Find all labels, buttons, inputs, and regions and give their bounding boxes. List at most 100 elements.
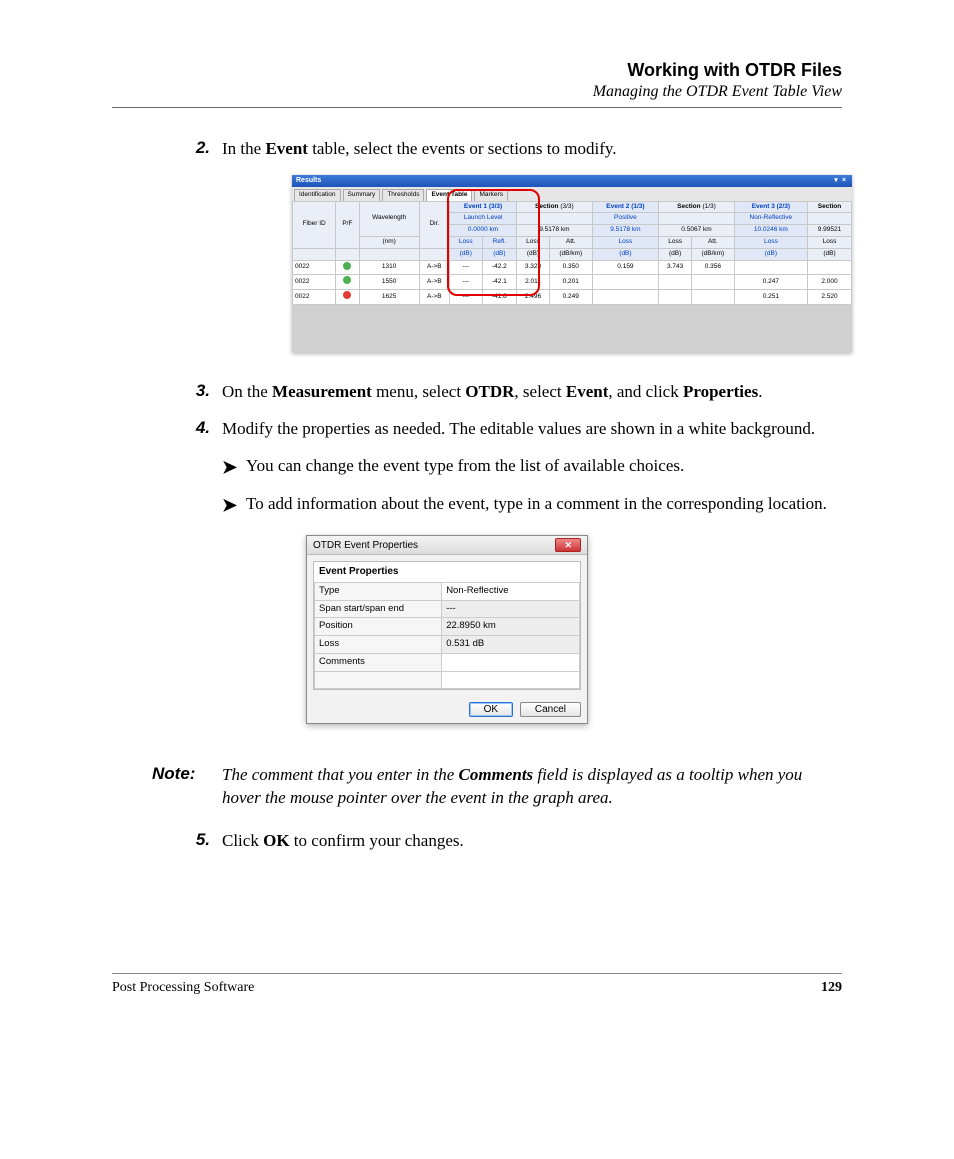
property-row: Comments [315, 654, 580, 672]
tab-thresholds[interactable]: Thresholds [382, 189, 424, 201]
text-bold: Measurement [272, 382, 372, 401]
text-bold: OTDR [465, 382, 514, 401]
property-value[interactable]: Non-Reflective [442, 582, 580, 600]
dialog-heading: Event Properties [314, 562, 580, 582]
sub-pos: 0.0000 km [449, 225, 516, 237]
step-5-text: Click OK to confirm your changes. [222, 830, 842, 853]
sub-e3type: Non-Reflective [734, 213, 807, 225]
step-number: 3. [184, 381, 210, 404]
col-section1: Section (3/3) [517, 201, 592, 213]
col-section2: Section (1/3) [659, 201, 734, 213]
unit-db: (dB) [449, 248, 482, 260]
property-key [315, 671, 442, 688]
property-key: Comments [315, 654, 442, 672]
col-wavelength: Wavelength [359, 201, 419, 236]
results-titlebar: Results ▾× [292, 175, 852, 187]
bullet-arrow-icon: ➤ [222, 455, 246, 479]
table-row[interactable]: 00221550A->B----42.12.0110.2010.2472.000 [293, 275, 852, 290]
results-title: Results [296, 176, 321, 185]
step-4-text: Modify the properties as needed. The edi… [222, 418, 842, 734]
text: The comment that you enter in the [222, 765, 459, 784]
close-icon[interactable]: × [840, 176, 848, 185]
text: Modify the properties as needed. The edi… [222, 419, 815, 438]
properties-table: TypeNon-ReflectiveSpan start/span end---… [314, 582, 580, 689]
sub-pos: 0.5067 km [659, 225, 734, 237]
bullet-arrow-icon: ➤ [222, 493, 246, 517]
table-row[interactable]: 00221625A->B----41.82.4960.2490.2512.520 [293, 290, 852, 305]
tab-event-table[interactable]: Event Table [426, 189, 472, 201]
sub-att: Att. [692, 237, 735, 249]
close-button[interactable]: ✕ [555, 538, 581, 552]
sub-pos: 10.0246 km [734, 225, 807, 237]
col-fiber-id: Fiber ID [293, 201, 336, 248]
property-value[interactable] [442, 654, 580, 672]
col-section3: Section [808, 201, 852, 213]
property-key: Span start/span end [315, 600, 442, 618]
unit-nm: (nm) [359, 237, 419, 249]
sub-pos: 9.99521 [808, 225, 852, 237]
sub-loss: Loss [734, 237, 807, 249]
step-2-text: In the Event table, select the events or… [222, 138, 852, 367]
step-3-text: On the Measurement menu, select OTDR, se… [222, 381, 842, 404]
sub-pos: 9.5178 km [592, 225, 659, 237]
dialog-titlebar: OTDR Event Properties ✕ [307, 536, 587, 555]
step-number: 2. [184, 138, 210, 367]
text: menu, select [372, 382, 465, 401]
sub-launch: Launch Level [449, 213, 516, 225]
cancel-button[interactable]: Cancel [520, 702, 581, 717]
text-bold: Properties [683, 382, 758, 401]
sub-e2type: Positive [592, 213, 659, 225]
pin-icon[interactable]: ▾ [832, 176, 840, 185]
text-bold: OK [263, 831, 289, 850]
pass-icon [343, 276, 351, 284]
results-tabs: Identification Summary Thresholds Event … [292, 187, 852, 201]
bullet-text: You can change the event type from the l… [246, 455, 684, 479]
sub-pos: 9.5178 km [517, 225, 592, 237]
footer-page-number: 129 [821, 980, 842, 996]
note-body: The comment that you enter in the Commen… [222, 764, 842, 810]
sub-loss: Loss [592, 237, 659, 249]
property-value[interactable] [442, 671, 580, 688]
text-bold: Comments [459, 765, 534, 784]
sub-loss: Loss [659, 237, 692, 249]
text: , and click [608, 382, 683, 401]
tab-identification[interactable]: Identification [294, 189, 341, 201]
property-key: Position [315, 618, 442, 636]
bullet-text: To add information about the event, type… [246, 493, 827, 517]
unit-db: (dB) [734, 248, 807, 260]
note-label: Note: [152, 764, 212, 810]
event-table: Fiber ID P/F Wavelength Dir. Event 1 (3/… [292, 201, 852, 305]
window-controls: ▾× [832, 176, 848, 185]
event-properties-dialog: OTDR Event Properties ✕ Event Properties… [306, 535, 588, 724]
sub-loss: Loss [449, 237, 482, 249]
unit-db: (dB) [592, 248, 659, 260]
dialog-title: OTDR Event Properties [313, 539, 418, 553]
unit-dbkm: (dB/km) [692, 248, 735, 260]
step-number: 4. [184, 418, 210, 734]
col-event2: Event 2 (1/3) [592, 201, 659, 213]
property-key: Type [315, 582, 442, 600]
text: In the [222, 139, 265, 158]
col-dir: Dir. [419, 201, 449, 248]
property-row: Span start/span end--- [315, 600, 580, 618]
property-value: 0.531 dB [442, 636, 580, 654]
property-row: Loss0.531 dB [315, 636, 580, 654]
table-row[interactable]: 00221310A->B----42.23.3280.3500.1593.743… [293, 260, 852, 275]
tab-markers[interactable]: Markers [474, 189, 507, 201]
header-rule [112, 107, 842, 108]
sub-loss: Loss [808, 237, 852, 249]
property-value: --- [442, 600, 580, 618]
text-bold: Event [566, 382, 609, 401]
property-key: Loss [315, 636, 442, 654]
page-header-subtitle: Managing the OTDR Event Table View [112, 83, 842, 101]
text: , select [514, 382, 565, 401]
event-table-screenshot: Results ▾× Identification Summary Thresh… [292, 175, 852, 353]
text: table, select the events or sections to … [308, 139, 617, 158]
unit-db: (dB) [517, 248, 550, 260]
property-row: TypeNon-Reflective [315, 582, 580, 600]
unit-db: (dB) [808, 248, 852, 260]
page-header-title: Working with OTDR Files [112, 60, 842, 81]
footer-product: Post Processing Software [112, 980, 254, 996]
tab-summary[interactable]: Summary [343, 189, 381, 201]
ok-button[interactable]: OK [469, 702, 513, 717]
